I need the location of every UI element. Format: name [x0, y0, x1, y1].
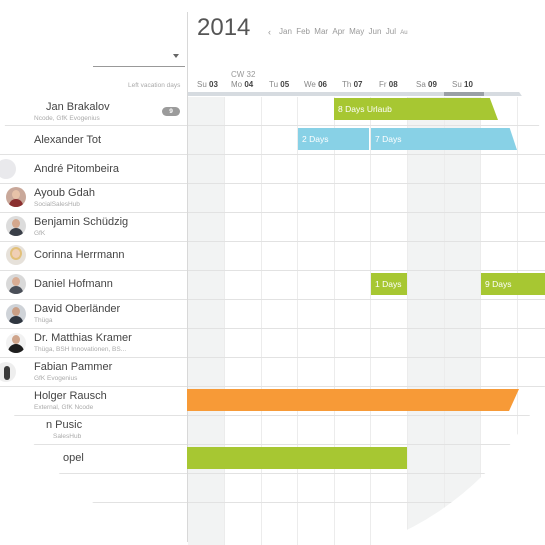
person-company: Ncode, GfK Evogenius [34, 115, 100, 122]
grid-vline [444, 97, 445, 545]
person-company: Thüga, BSH Innovationen, BS... [34, 346, 127, 353]
avatar [0, 362, 16, 382]
vacation-bar-row-13[interactable] [187, 447, 407, 469]
weekend-column-su03 [188, 97, 224, 545]
avatar [0, 159, 16, 179]
vacation-days-badge: 9 [162, 107, 180, 116]
year-title[interactable]: 2014 [197, 14, 250, 42]
row-separator [0, 299, 545, 300]
day-header-fr08[interactable]: Fr 08 [379, 80, 398, 89]
grid-vline [224, 97, 225, 545]
team-select-dropdown[interactable] [93, 52, 185, 67]
row-separator [0, 328, 545, 329]
vacation-bar-alexander-tot-2days[interactable]: 2 Days [298, 128, 369, 150]
avatar [6, 187, 26, 207]
weekend-column-sa09 [408, 97, 444, 545]
day-header-su03[interactable]: Su 03 [197, 80, 218, 89]
person-name[interactable]: opel [63, 452, 84, 464]
grid-vline [297, 97, 298, 545]
grid-vline [407, 97, 408, 545]
person-company: SocialSalesHub [34, 201, 80, 208]
avatar [6, 333, 26, 353]
day-header-mo04[interactable]: Mo 04 [231, 80, 253, 89]
avatar [6, 216, 26, 236]
header-timeline-marker [444, 92, 484, 96]
person-company: GfK Evogenius [34, 375, 78, 382]
person-name[interactable]: Benjamin Schüdzig [34, 216, 128, 228]
row-separator [0, 241, 545, 242]
row-separator [0, 357, 545, 358]
avatar [6, 304, 26, 324]
chevron-left-icon[interactable]: ‹ [268, 27, 271, 37]
vacation-bar-alexander-tot-7days[interactable]: 7 Days [371, 128, 517, 150]
avatar [6, 274, 26, 294]
month-apr[interactable]: Apr [332, 27, 344, 36]
person-company: GfK [34, 230, 46, 237]
vacation-bar-daniel-hofmann-9days[interactable]: 9 Days [481, 273, 545, 295]
left-vacation-days-label: Left vacation days [128, 82, 181, 89]
row-separator [0, 386, 545, 387]
row-separator [0, 183, 545, 184]
person-company: Thüga [34, 317, 53, 324]
row-separator [0, 415, 545, 416]
grid-vline [480, 97, 481, 545]
row-separator [0, 270, 545, 271]
avatar [6, 245, 26, 265]
weekend-column-su10 [444, 97, 480, 545]
day-header-su10[interactable]: Su 10 [452, 80, 473, 89]
vacation-bar-jan-brakalov[interactable]: 8 Days Urlaub [334, 98, 498, 120]
row-separator [0, 473, 545, 474]
caret-down-icon [173, 54, 179, 58]
month-jun[interactable]: Jun [369, 27, 382, 36]
month-jan[interactable]: Jan [279, 27, 292, 36]
grid-vline [334, 97, 335, 545]
row-separator [0, 444, 545, 445]
month-may[interactable]: May [349, 27, 364, 36]
row-separator [0, 502, 545, 503]
person-name[interactable]: Fabian Pammer [34, 361, 112, 373]
person-name[interactable]: Jan Brakalov [46, 101, 110, 113]
grid-vline [370, 97, 371, 545]
month-aug[interactable]: Au [400, 30, 407, 36]
calendar-week-label: CW 32 [231, 70, 256, 79]
calendar-stage: 2014 ‹ Jan Feb Mar Apr May Jun Jul Au Left vaca… [0, 0, 545, 545]
grid-vline [517, 97, 518, 545]
vacation-bar-daniel-hofmann-1day[interactable]: 1 Days [371, 273, 407, 295]
day-header-th07[interactable]: Th 07 [342, 80, 362, 89]
person-name[interactable]: Daniel Hofmann [34, 278, 113, 290]
header-timeline-bar [187, 92, 545, 96]
person-name[interactable]: n Pusic [46, 419, 82, 431]
person-company: External, GfK Ncode [34, 404, 94, 411]
person-name[interactable]: Holger Rausch [34, 390, 107, 402]
person-name[interactable]: Alexander Tot [34, 134, 101, 146]
person-name[interactable]: Ayoub Gdah [34, 187, 95, 199]
row-separator [0, 154, 545, 155]
grid-vline [261, 97, 262, 545]
month-feb[interactable]: Feb [296, 27, 310, 36]
month-mar[interactable]: Mar [314, 27, 328, 36]
person-name[interactable]: Corinna Herrmann [34, 249, 124, 261]
month-navigation: Jan Feb Mar Apr May Jun Jul Au [279, 27, 412, 36]
day-header-we06[interactable]: We 06 [304, 80, 327, 89]
day-header-tu05[interactable]: Tu 05 [269, 80, 289, 89]
month-jul[interactable]: Jul [386, 27, 396, 36]
row-separator [0, 212, 545, 213]
person-name[interactable]: David Oberländer [34, 303, 120, 315]
day-header-sa09[interactable]: Sa 09 [416, 80, 437, 89]
row-separator [0, 125, 545, 126]
person-name[interactable]: André Pitombeira [34, 163, 119, 175]
person-name[interactable]: Dr. Matthias Kramer [34, 332, 132, 344]
vacation-bar-holger-rausch[interactable] [187, 389, 519, 411]
person-company: SalesHub [53, 433, 82, 440]
